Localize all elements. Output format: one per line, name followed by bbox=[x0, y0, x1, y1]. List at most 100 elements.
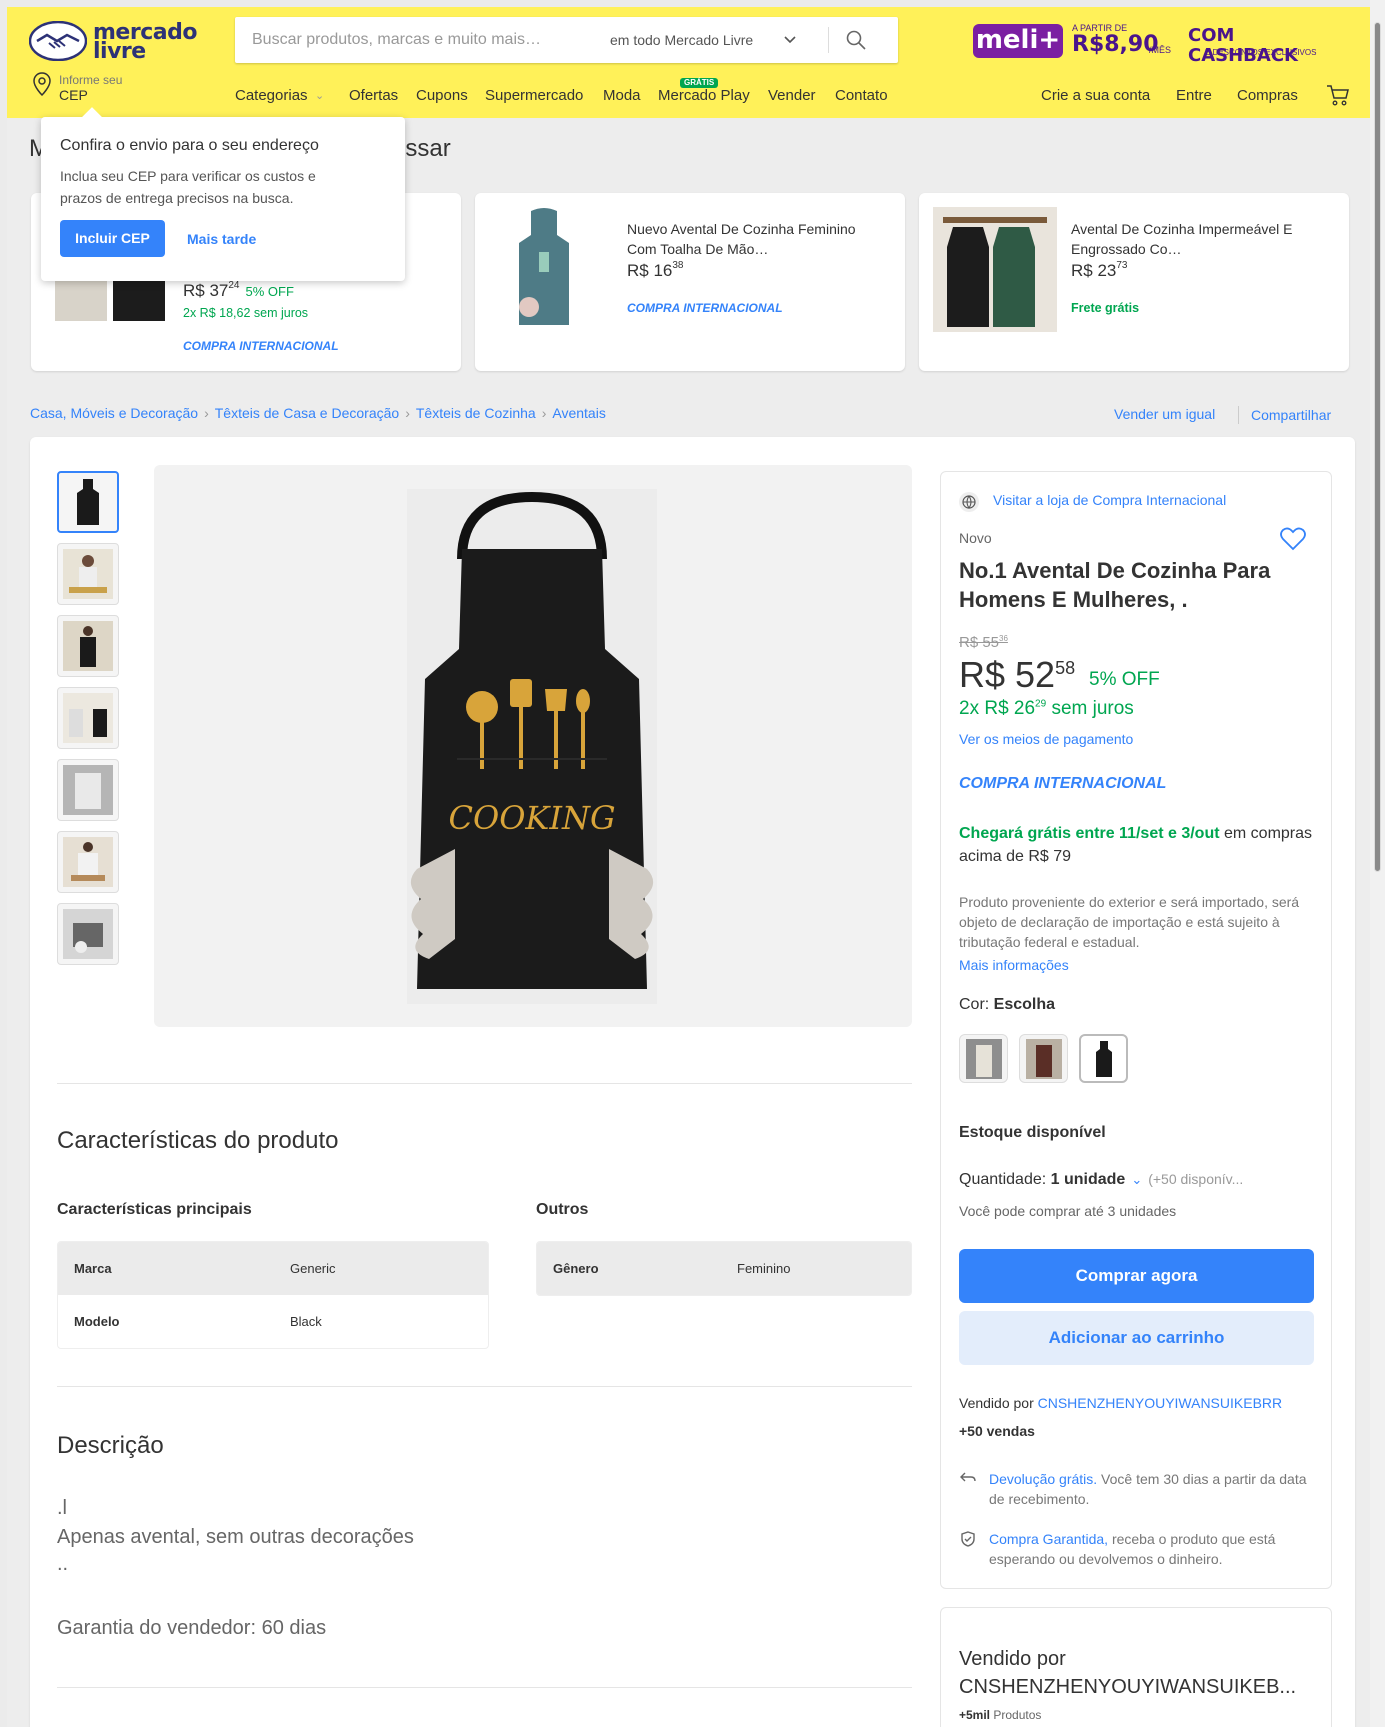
thumbnail[interactable] bbox=[57, 615, 119, 677]
return-link[interactable]: Devolução grátis. bbox=[989, 1471, 1097, 1487]
visit-store-link[interactable]: Visitar a loja de Compra Internacional bbox=[993, 492, 1226, 508]
price-cents: 58 bbox=[1055, 658, 1076, 678]
cep-label-small: Informe seu bbox=[59, 73, 123, 87]
price-value: R$ 52 bbox=[959, 654, 1056, 695]
seller-box-name[interactable]: CNSHENZHENYOUYIWANSUIKEB... bbox=[959, 1676, 1296, 1699]
guarantee-link[interactable]: Compra Garantida, bbox=[989, 1531, 1108, 1547]
thumbnail[interactable] bbox=[57, 831, 119, 893]
rec-card[interactable]: Avental De Cozinha Impermeável E Engross… bbox=[919, 193, 1349, 371]
color-swatch[interactable] bbox=[1019, 1034, 1068, 1083]
tooltip-title: Confira o envio para o seu endereço bbox=[60, 137, 319, 154]
features-other-title: Outros bbox=[536, 1201, 589, 1218]
chevron-down-icon[interactable] bbox=[783, 31, 797, 49]
return-policy: Devolução grátis. Você tem 30 dias a par… bbox=[989, 1469, 1309, 1509]
nav-cupons[interactable]: Cupons bbox=[416, 87, 468, 104]
quantity-limit: Você pode comprar até 3 unidades bbox=[959, 1203, 1177, 1219]
breadcrumb-item[interactable]: Casa, Móveis e Decoração bbox=[30, 405, 198, 421]
cep-tooltip: Confira o envio para o seu endereço Incl… bbox=[41, 117, 405, 281]
add-to-cart-button[interactable]: Adicionar ao carrinho bbox=[959, 1311, 1314, 1365]
login-link[interactable]: Entre bbox=[1176, 87, 1212, 104]
nav-mercado-play[interactable]: Mercado Play bbox=[658, 87, 750, 104]
seller-link[interactable]: CNSHENZHENYOUYIWANSUIKEBRR bbox=[1038, 1395, 1283, 1411]
installments-suffix: sem juros bbox=[1046, 698, 1134, 719]
rec-card-title: Avental De Cozinha Impermeável E Engross… bbox=[1071, 221, 1293, 257]
installments-cents: 29 bbox=[1035, 698, 1047, 710]
thumbnail[interactable] bbox=[57, 903, 119, 965]
apron-image-icon: COOKING bbox=[410, 491, 654, 989]
photo-thumbnail-icon bbox=[63, 909, 113, 959]
payment-methods-link[interactable]: Ver os meios de pagamento bbox=[959, 731, 1133, 747]
old-price-cents: 36 bbox=[999, 634, 1008, 643]
promo-period: /MÊS bbox=[1149, 45, 1172, 55]
tooltip-body: Inclua seu CEP para verificar os custos … bbox=[60, 168, 316, 206]
share-link[interactable]: Compartilhar bbox=[1251, 407, 1331, 423]
nav-ofertas[interactable]: Ofertas bbox=[349, 87, 398, 104]
include-cep-button[interactable]: Incluir CEP bbox=[60, 220, 165, 257]
breadcrumb-item[interactable]: Têxteis de Cozinha bbox=[416, 405, 536, 421]
cart-icon[interactable] bbox=[1325, 83, 1351, 107]
color-swatch[interactable] bbox=[959, 1034, 1008, 1083]
nav-supermercado[interactable]: Supermercado bbox=[485, 87, 583, 104]
purchases-link[interactable]: Compras bbox=[1237, 87, 1298, 104]
installments-value: 2x R$ 26 bbox=[959, 698, 1036, 719]
promo-price: R$8,90 bbox=[1072, 32, 1159, 57]
scrollbar-thumb[interactable] bbox=[1374, 22, 1381, 872]
thumbnail[interactable] bbox=[57, 471, 119, 533]
rec-card-price: R$ 1638 bbox=[627, 260, 684, 281]
shield-check-icon bbox=[961, 1531, 975, 1547]
more-info-link[interactable]: Mais informações bbox=[959, 957, 1069, 973]
meli-plus-banner[interactable]: meli+ A PARTIR DE R$8,90 /MÊS COM CASHBA… bbox=[973, 20, 1343, 66]
gratis-badge: GRÁTIS bbox=[680, 78, 719, 88]
photo-thumbnail-icon bbox=[63, 621, 113, 671]
search-scope-select[interactable]: em todo Mercado Livre bbox=[610, 32, 753, 48]
seller-products-count: +5mil bbox=[959, 1708, 991, 1722]
chevron-down-icon: ⌄ bbox=[1131, 1172, 1143, 1187]
mercado-livre-logo[interactable]: mercado livre bbox=[29, 18, 197, 63]
nav-moda[interactable]: Moda bbox=[603, 87, 641, 104]
table-row: Gênero Feminino bbox=[537, 1242, 911, 1295]
photo-thumbnail-icon bbox=[63, 693, 113, 743]
search-divider bbox=[828, 27, 829, 53]
breadcrumb-separator: › bbox=[541, 405, 547, 421]
table-key: Gênero bbox=[553, 1261, 599, 1276]
search-icon[interactable] bbox=[845, 29, 867, 51]
search-input[interactable]: Buscar produtos, marcas e muito mais… bbox=[252, 31, 541, 49]
table-key: Modelo bbox=[74, 1314, 120, 1329]
create-account-link[interactable]: Crie a sua conta bbox=[1041, 87, 1150, 104]
thumbnail[interactable] bbox=[57, 759, 119, 821]
buy-now-button[interactable]: Comprar agora bbox=[959, 1249, 1314, 1303]
intl-tag: COMPRA INTERNACIONAL bbox=[959, 775, 1167, 792]
thumbnail[interactable] bbox=[57, 543, 119, 605]
breadcrumb-item[interactable]: Aventais bbox=[552, 405, 605, 421]
color-value: Escolha bbox=[993, 996, 1056, 1013]
cep-label: CEP bbox=[59, 87, 88, 103]
rec-card[interactable]: Nuevo Avental De Cozinha Feminino Com To… bbox=[475, 193, 905, 371]
quantity-selector[interactable]: Quantidade: 1 unidade ⌄ (+50 disponív... bbox=[959, 1171, 1243, 1189]
later-button[interactable]: Mais tarde bbox=[187, 231, 256, 247]
thumbnail[interactable] bbox=[57, 687, 119, 749]
product-card: COOKING Características do produto Carac… bbox=[30, 437, 1355, 1727]
product-photo: COOKING bbox=[407, 489, 657, 1004]
nav-contato[interactable]: Contato bbox=[835, 87, 888, 104]
product-title: No.1 Avental De Cozinha Para Homens E Mu… bbox=[959, 558, 1271, 612]
cep-selector[interactable]: Informe seu CEP bbox=[31, 71, 141, 107]
photo-thumbnail-icon bbox=[63, 765, 113, 815]
old-price: R$ 5536 bbox=[959, 634, 1008, 651]
scrollbar[interactable] bbox=[1370, 0, 1385, 1727]
shipping-dates: Chegará grátis entre 11/set e 3/out bbox=[959, 825, 1220, 842]
nav-vender[interactable]: Vender bbox=[768, 87, 816, 104]
color-label: Cor: Escolha bbox=[959, 996, 1055, 1014]
nav-categorias[interactable]: Categorias bbox=[235, 87, 308, 104]
breadcrumb-item[interactable]: Têxteis de Casa e Decoração bbox=[215, 405, 399, 421]
sell-similar-link[interactable]: Vender um igual bbox=[1114, 406, 1215, 422]
product-condition: Novo bbox=[959, 530, 992, 546]
return-icon bbox=[960, 1472, 976, 1482]
search-bar[interactable]: Buscar produtos, marcas e muito mais… em… bbox=[235, 17, 898, 63]
table-value: Generic bbox=[290, 1261, 336, 1276]
meli-plus-brand: meli+ bbox=[973, 24, 1063, 58]
main-image[interactable]: COOKING bbox=[154, 465, 912, 1027]
color-swatch[interactable] bbox=[1079, 1034, 1128, 1083]
heart-icon[interactable] bbox=[1279, 526, 1307, 552]
old-price-value: R$ 55 bbox=[959, 634, 1000, 651]
action-divider bbox=[1238, 406, 1239, 424]
